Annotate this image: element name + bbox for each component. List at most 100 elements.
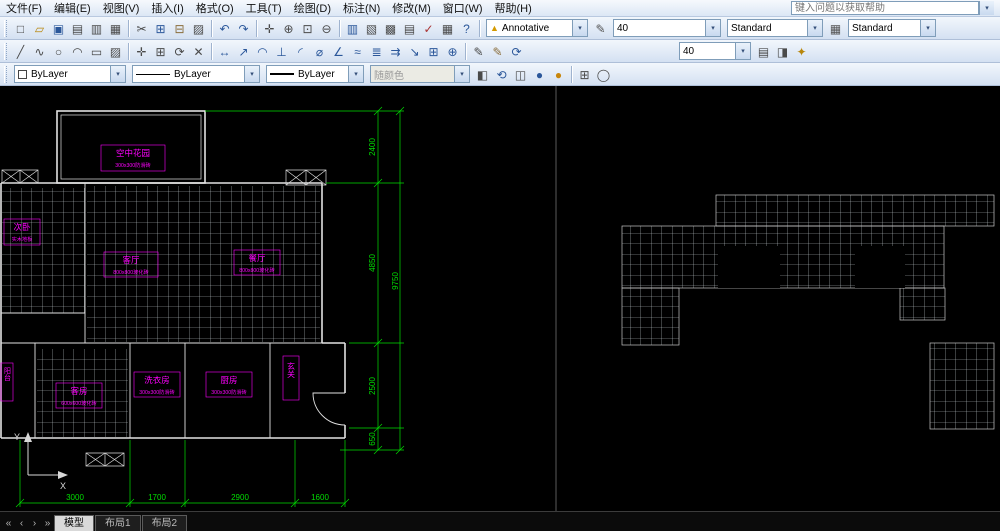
menu-tools[interactable]: 工具(T)	[240, 0, 288, 17]
next-tab-icon[interactable]: ›	[28, 516, 41, 531]
menu-draw[interactable]: 绘图(D)	[288, 0, 337, 17]
dim-style-combo[interactable]: 40 ▾	[679, 42, 751, 60]
linetype-control-combo[interactable]: ByLayer ▾	[132, 65, 260, 83]
render-sphere-blue-icon[interactable]: ●	[530, 65, 549, 84]
chevron-down-icon[interactable]: ▾	[920, 20, 935, 36]
text-style-combo[interactable]: Standard ▾	[727, 19, 823, 37]
zoom-previous-icon[interactable]: ⊖	[317, 19, 336, 38]
tolerance-icon[interactable]: ⊞	[424, 42, 443, 61]
copy-icon[interactable]: ⊞	[151, 19, 170, 38]
tab-layout1[interactable]: 布局1	[95, 515, 141, 531]
redo-icon[interactable]: ↷	[234, 19, 253, 38]
undo-icon[interactable]: ↶	[215, 19, 234, 38]
text-style-icon[interactable]: ✎	[591, 19, 610, 38]
center-mark-icon[interactable]: ⊕	[443, 42, 462, 61]
help-icon[interactable]: ?	[457, 19, 476, 38]
toolbar-grip[interactable]	[4, 65, 7, 83]
erase-icon[interactable]: ✕	[189, 42, 208, 61]
markup-set-manager-icon[interactable]: ✓	[419, 19, 438, 38]
zoom-realtime-icon[interactable]: ⊕	[279, 19, 298, 38]
annotation-scale-combo[interactable]: ▲ Annotative ▾	[486, 19, 588, 37]
prev-tab-icon[interactable]: ‹	[15, 516, 28, 531]
tool-palettes-icon[interactable]: ▩	[381, 19, 400, 38]
move-icon[interactable]: ✛	[132, 42, 151, 61]
table-style-icon[interactable]: ▦	[826, 19, 845, 38]
chevron-down-icon[interactable]: ▾	[572, 20, 587, 36]
render-sphere-gold-icon[interactable]: ●	[549, 65, 568, 84]
menu-help[interactable]: 帮助(H)	[489, 0, 538, 17]
help-search-dropdown-icon[interactable]: ▾	[979, 1, 994, 15]
plot-icon[interactable]: ▤	[68, 19, 87, 38]
sheet-set-manager-icon[interactable]: ▤	[400, 19, 419, 38]
menu-insert[interactable]: 插入(I)	[145, 0, 189, 17]
make-object-layer-current-icon[interactable]: ◧	[473, 65, 492, 84]
first-tab-icon[interactable]: «	[2, 516, 15, 531]
menu-file[interactable]: 文件(F)	[0, 0, 48, 17]
open-icon[interactable]: ▱	[30, 19, 49, 38]
plot-preview-icon[interactable]: ▥	[87, 19, 106, 38]
copy-object-icon[interactable]: ⊞	[151, 42, 170, 61]
chevron-down-icon[interactable]: ▾	[705, 20, 720, 36]
chevron-down-icon[interactable]: ▾	[348, 66, 363, 82]
menu-window[interactable]: 窗口(W)	[437, 0, 489, 17]
qnew-icon[interactable]: □	[11, 19, 30, 38]
annotation-sync-icon[interactable]: ✦	[792, 42, 811, 61]
hatch-icon[interactable]: ▨	[106, 42, 125, 61]
menu-view[interactable]: 视图(V)	[97, 0, 146, 17]
tab-model[interactable]: 模型	[54, 515, 94, 531]
toolbar-grip[interactable]	[4, 19, 7, 37]
arc-icon[interactable]: ◠	[68, 42, 87, 61]
pan-icon[interactable]: ✛	[260, 19, 279, 38]
menu-format[interactable]: 格式(O)	[190, 0, 240, 17]
chevron-down-icon[interactable]: ▾	[735, 43, 750, 59]
rectangle-icon[interactable]: ▭	[87, 42, 106, 61]
quick-calc-icon[interactable]: ▦	[438, 19, 457, 38]
dim-edit-icon[interactable]: ✎	[469, 42, 488, 61]
multileader-icon[interactable]: ↘	[405, 42, 424, 61]
properties-icon[interactable]: ▥	[343, 19, 362, 38]
chevron-down-icon[interactable]: ▾	[110, 66, 125, 82]
polyline-icon[interactable]: ∿	[30, 42, 49, 61]
menu-modify[interactable]: 修改(M)	[386, 0, 437, 17]
paste-icon[interactable]: ⊟	[170, 19, 189, 38]
dim-angular-icon[interactable]: ∠	[329, 42, 348, 61]
dim-radius-icon[interactable]: ◜	[291, 42, 310, 61]
rotate-icon[interactable]: ⟳	[170, 42, 189, 61]
dim-text-edit-icon[interactable]: ✎	[488, 42, 507, 61]
circle-icon[interactable]: ○	[49, 42, 68, 61]
publish-icon[interactable]: ▦	[106, 19, 125, 38]
orbit-3d-icon[interactable]: ◯	[594, 65, 613, 84]
quick-dim-icon[interactable]: ≈	[348, 42, 367, 61]
text-height-combo[interactable]: 40 ▾	[613, 19, 721, 37]
menu-edit[interactable]: 编辑(E)	[48, 0, 97, 17]
layer-previous-icon[interactable]: ⟲	[492, 65, 511, 84]
named-views-icon[interactable]: ⊞	[575, 65, 594, 84]
dim-continue-icon[interactable]: ⇉	[386, 42, 405, 61]
dim-linear-icon[interactable]: ↔	[215, 42, 234, 61]
dim-aligned-icon[interactable]: ↗	[234, 42, 253, 61]
menu-dimension[interactable]: 标注(N)	[337, 0, 386, 17]
toolbar-grip[interactable]	[4, 42, 7, 60]
drawing-canvas[interactable]: 空中花园 300x300防滑砖 次卧 实木地板 客厅 800x800玻化砖 餐厅…	[0, 86, 1000, 511]
hide-3d-icon[interactable]: ◫	[511, 65, 530, 84]
tab-layout2[interactable]: 布局2	[141, 515, 188, 531]
chevron-down-icon[interactable]: ▾	[244, 66, 259, 82]
dim-diameter-icon[interactable]: ⌀	[310, 42, 329, 61]
design-center-icon[interactable]: ▧	[362, 19, 381, 38]
zoom-window-icon[interactable]: ⊡	[298, 19, 317, 38]
dim-arc-length-icon[interactable]: ◠	[253, 42, 272, 61]
table-style-combo[interactable]: Standard ▾	[848, 19, 936, 37]
help-search-input[interactable]	[791, 1, 979, 15]
chevron-down-icon[interactable]: ▾	[807, 20, 822, 36]
color-control-combo[interactable]: ByLayer ▾	[14, 65, 126, 83]
dim-style-manager-icon[interactable]: ▤	[754, 42, 773, 61]
match-properties-icon[interactable]: ▨	[189, 19, 208, 38]
dim-ordinate-icon[interactable]: ⊥	[272, 42, 291, 61]
lineweight-control-combo[interactable]: ByLayer ▾	[266, 65, 364, 83]
dim-update-icon[interactable]: ⟳	[507, 42, 526, 61]
last-tab-icon[interactable]: »	[41, 516, 54, 531]
line-icon[interactable]: ╱	[11, 42, 30, 61]
annotation-reset-icon[interactable]: ◨	[773, 42, 792, 61]
save-icon[interactable]: ▣	[49, 19, 68, 38]
cut-icon[interactable]: ✂	[132, 19, 151, 38]
